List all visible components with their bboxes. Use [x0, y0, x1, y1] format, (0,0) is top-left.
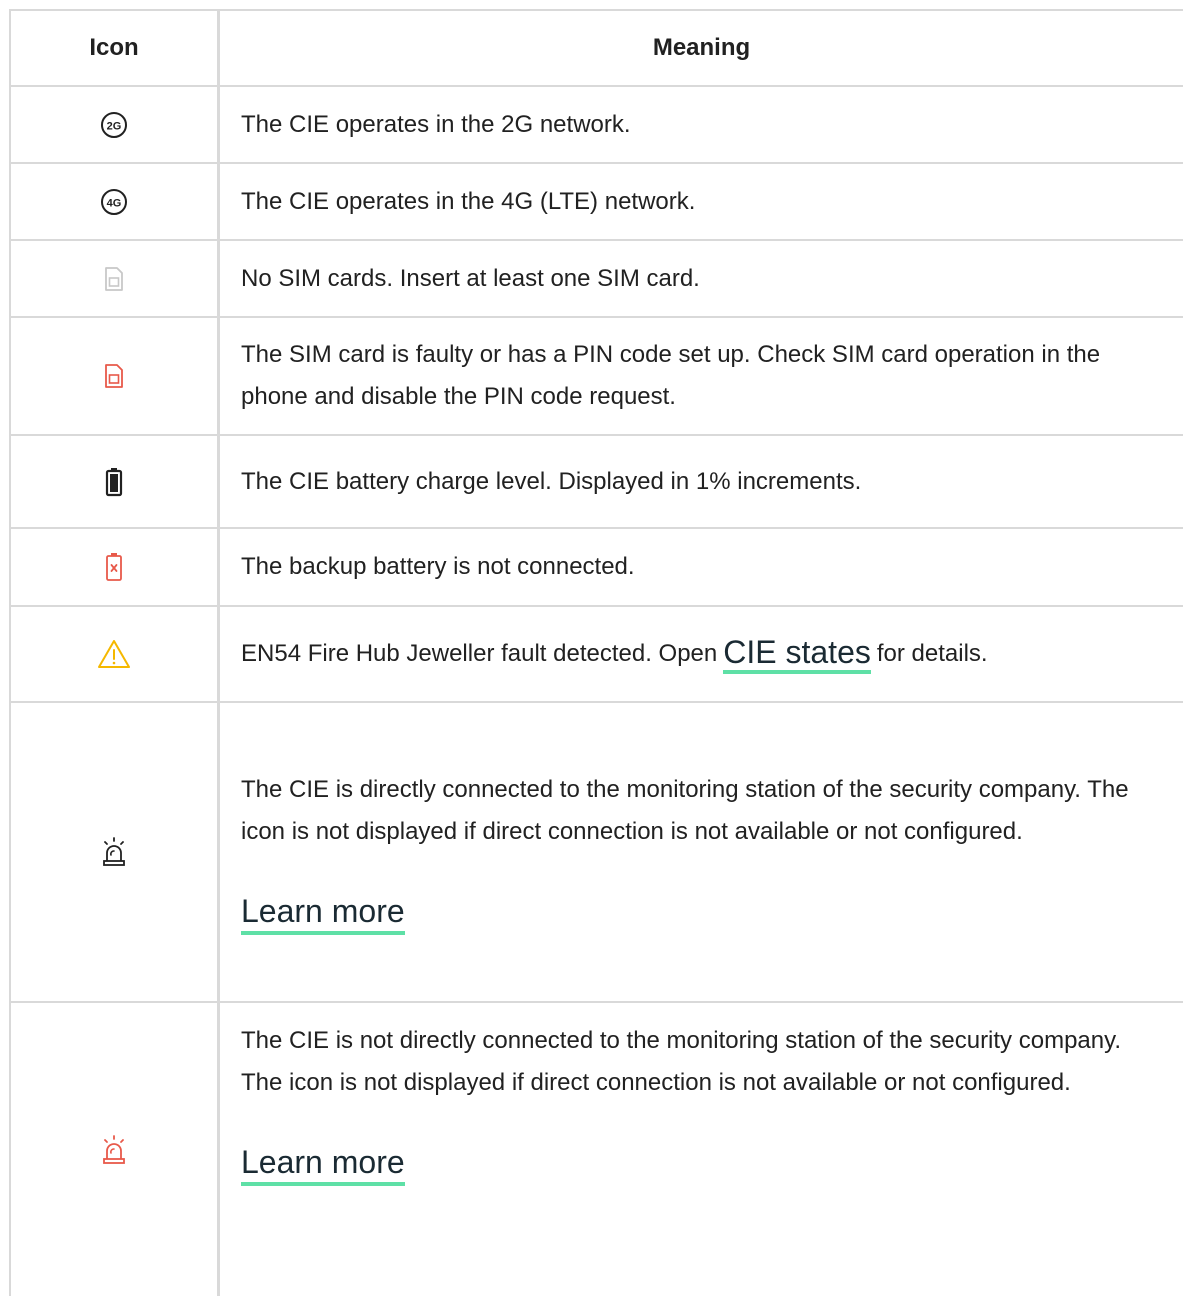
row-meaning: The CIE battery charge level. Displayed …	[241, 467, 862, 495]
sim-card-absent-icon	[9, 241, 220, 316]
table-row: No SIM cards. Insert at least one SIM ca…	[9, 241, 1183, 318]
row-meaning: The SIM card is faulty or has a PIN code…	[241, 341, 1101, 410]
4g-icon-label: 4G	[107, 197, 122, 209]
sim-card-fault-icon	[9, 318, 220, 434]
siren-red-description: The CIE is not directly connected to the…	[241, 1027, 1121, 1096]
row-meaning: EN54 Fire Hub Jeweller fault detected. O…	[220, 607, 1183, 701]
warning-icon	[9, 607, 220, 701]
battery-icon	[9, 436, 220, 527]
learn-more-link[interactable]: Learn more	[241, 1142, 405, 1186]
row-meaning: The CIE operates in the 2G network.	[241, 110, 631, 138]
4g-network-icon: 4G	[9, 164, 220, 239]
table-row: The CIE is not directly connected to the…	[9, 1003, 1183, 1296]
table-row: The CIE battery charge level. Displayed …	[9, 436, 1183, 529]
table-row: EN54 Fire Hub Jeweller fault detected. O…	[9, 607, 1183, 703]
header-icon-column: Icon	[9, 11, 220, 85]
row-meaning: The CIE operates in the 4G (LTE) network…	[241, 187, 696, 215]
learn-more-link[interactable]: Learn more	[241, 891, 405, 935]
row-meaning: No SIM cards. Insert at least one SIM ca…	[241, 264, 700, 292]
table-row: The backup battery is not connected.	[9, 529, 1183, 607]
2g-network-icon: 2G	[9, 87, 220, 162]
row-meaning: The CIE is not directly connected to the…	[220, 1003, 1183, 1296]
header-meaning-column: Meaning	[652, 34, 751, 61]
siren-description: The CIE is directly connected to the mon…	[241, 775, 1129, 845]
table-row: The CIE is directly connected to the mon…	[9, 703, 1183, 1003]
icons-table: Icon Meaning 2G The CIE operates in the …	[9, 9, 1183, 1296]
2g-icon-label: 2G	[107, 120, 122, 132]
table-row: 2G The CIE operates in the 2G network.	[9, 87, 1183, 164]
table-header: Icon Meaning	[9, 11, 1183, 87]
siren-icon	[9, 703, 220, 1001]
row-meaning: The CIE is directly connected to the mon…	[220, 703, 1183, 1001]
cie-states-link[interactable]: CIE states	[723, 634, 871, 674]
table-row: The SIM card is faulty or has a PIN code…	[9, 318, 1183, 436]
battery-disconnected-icon	[9, 529, 220, 605]
row-meaning: The backup battery is not connected.	[241, 553, 635, 580]
warning-text-before: EN54 Fire Hub Jeweller fault detected. O…	[241, 640, 718, 667]
warning-text-after: for details.	[876, 640, 988, 667]
siren-red-icon	[9, 1003, 220, 1296]
table-row: 4G The CIE operates in the 4G (LTE) netw…	[9, 164, 1183, 241]
